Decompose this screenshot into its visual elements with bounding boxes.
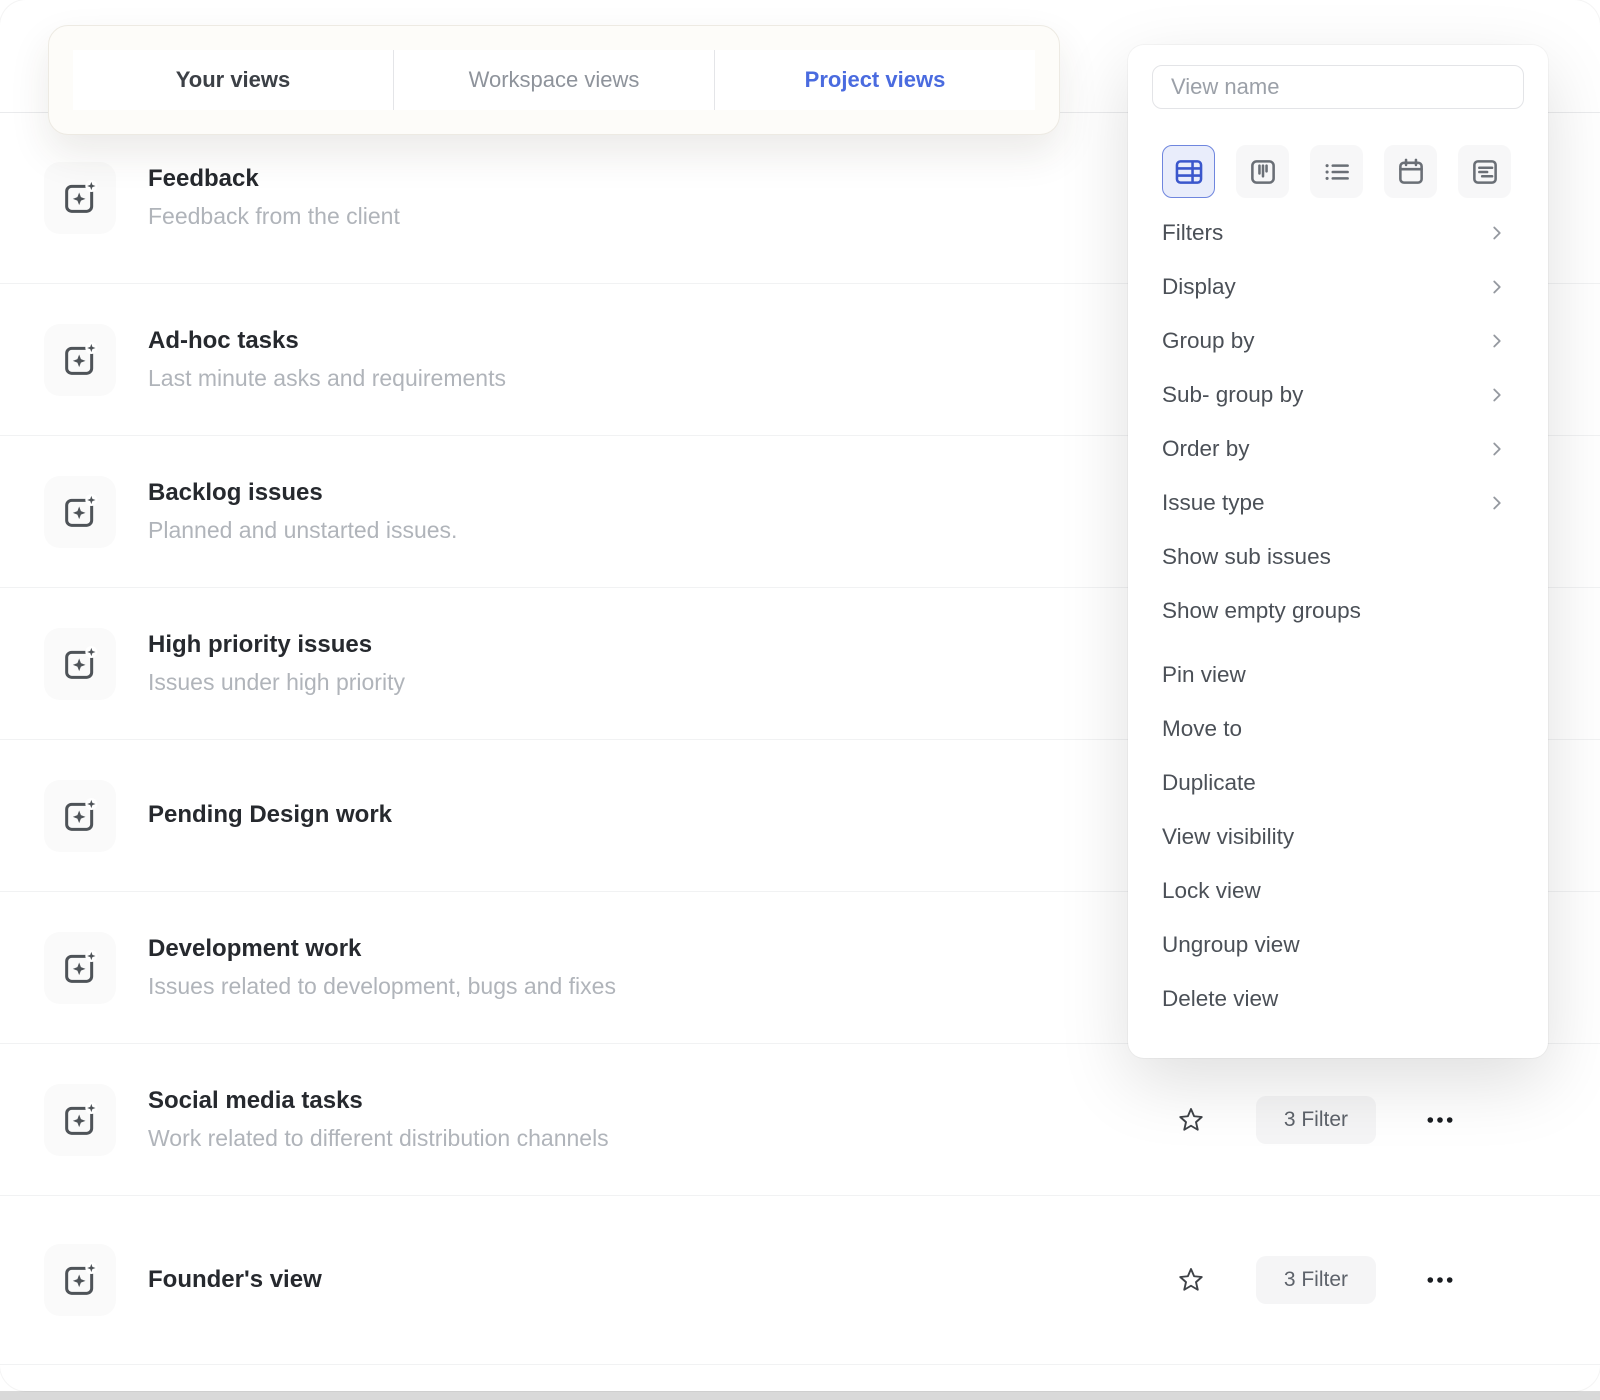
- menu-item-group-by[interactable]: Group by: [1152, 314, 1524, 368]
- view-title: Backlog issues: [148, 479, 457, 508]
- menu-item-duplicate[interactable]: Duplicate: [1152, 756, 1524, 810]
- view-item-text: Feedback Feedback from the client: [148, 165, 400, 230]
- menu-item-label: Filters: [1162, 220, 1223, 246]
- app-screenshot: Your views Workspace views Project views…: [0, 0, 1600, 1400]
- filter-count-button[interactable]: 3 Filter: [1256, 1256, 1376, 1304]
- favorite-star-icon[interactable]: [1176, 1265, 1206, 1295]
- menu-item-label: Group by: [1162, 328, 1255, 354]
- tab-workspace-views[interactable]: Workspace views: [393, 50, 714, 110]
- view-sparkle-icon: [44, 1084, 116, 1156]
- more-options-button[interactable]: [1426, 1107, 1454, 1133]
- view-item-text: High priority issues Issues under high p…: [148, 631, 405, 696]
- view-item-text: Pending Design work: [148, 801, 392, 830]
- menu-item-label: Duplicate: [1162, 770, 1256, 796]
- view-subtitle: Work related to different distribution c…: [148, 1125, 609, 1153]
- board-view-button[interactable]: [1236, 145, 1289, 198]
- menu-item-list: Filters Display Group by Sub- group by O…: [1152, 206, 1524, 1026]
- chevron-right-icon: [1486, 384, 1508, 406]
- menu-item-label: Ungroup view: [1162, 932, 1300, 958]
- background-strip: [0, 1391, 1600, 1400]
- row-controls: 3 Filter: [1176, 1096, 1454, 1144]
- menu-item-issue-type[interactable]: Issue type: [1152, 476, 1524, 530]
- chevron-right-icon: [1486, 438, 1508, 460]
- view-title: High priority issues: [148, 631, 405, 660]
- table-view-button[interactable]: [1162, 145, 1215, 198]
- tab-project-views[interactable]: Project views: [714, 50, 1035, 110]
- view-name-input[interactable]: [1152, 65, 1524, 109]
- favorite-star-icon[interactable]: [1176, 1105, 1206, 1135]
- calendar-view-button[interactable]: [1384, 145, 1437, 198]
- menu-item-label: Display: [1162, 274, 1236, 300]
- menu-item-filters[interactable]: Filters: [1152, 206, 1524, 260]
- view-options-menu: Filters Display Group by Sub- group by O…: [1128, 45, 1548, 1058]
- view-item-text: Social media tasks Work related to diffe…: [148, 1087, 609, 1152]
- menu-item-move-to[interactable]: Move to: [1152, 702, 1524, 756]
- menu-item-label: Pin view: [1162, 662, 1246, 688]
- filter-count-button[interactable]: 3 Filter: [1256, 1096, 1376, 1144]
- list-view-button[interactable]: [1310, 145, 1363, 198]
- view-sparkle-icon: [44, 162, 116, 234]
- view-subtitle: Planned and unstarted issues.: [148, 517, 457, 545]
- views-tab-bar: Your views Workspace views Project views: [73, 50, 1035, 110]
- menu-item-pin-view[interactable]: Pin view: [1152, 648, 1524, 702]
- menu-item-label: Delete view: [1162, 986, 1278, 1012]
- menu-item-delete-view[interactable]: Delete view: [1152, 972, 1524, 1026]
- timeline-view-button[interactable]: [1458, 145, 1511, 198]
- menu-item-label: Move to: [1162, 716, 1242, 742]
- menu-item-label: Show sub issues: [1162, 544, 1331, 570]
- menu-item-label: View visibility: [1162, 824, 1294, 850]
- view-title: Feedback: [148, 165, 400, 194]
- menu-item-lock-view[interactable]: Lock view: [1152, 864, 1524, 918]
- menu-item-label: Order by: [1162, 436, 1250, 462]
- view-list-item-social-media-tasks[interactable]: Social media tasks Work related to diffe…: [0, 1044, 1600, 1196]
- chevron-right-icon: [1486, 276, 1508, 298]
- view-sparkle-icon: [44, 1244, 116, 1316]
- view-type-selector: [1162, 145, 1524, 198]
- menu-item-show-empty-groups[interactable]: Show empty groups: [1152, 584, 1524, 638]
- row-controls: 3 Filter: [1176, 1256, 1454, 1304]
- view-sparkle-icon: [44, 324, 116, 396]
- view-title: Ad-hoc tasks: [148, 327, 506, 356]
- view-title: Pending Design work: [148, 801, 392, 830]
- view-title: Founder's view: [148, 1266, 322, 1295]
- menu-item-label: Sub- group by: [1162, 382, 1303, 408]
- views-tab-card: Your views Workspace views Project views: [48, 25, 1060, 135]
- view-subtitle: Issues related to development, bugs and …: [148, 973, 616, 1001]
- view-sparkle-icon: [44, 476, 116, 548]
- view-subtitle: Feedback from the client: [148, 203, 400, 231]
- menu-item-ungroup-view[interactable]: Ungroup view: [1152, 918, 1524, 972]
- menu-item-order-by[interactable]: Order by: [1152, 422, 1524, 476]
- menu-item-label: Show empty groups: [1162, 598, 1361, 624]
- menu-item-label: Issue type: [1162, 490, 1265, 516]
- view-item-text: Development work Issues related to devel…: [148, 935, 616, 1000]
- menu-item-label: Lock view: [1162, 878, 1261, 904]
- view-sparkle-icon: [44, 932, 116, 1004]
- chevron-right-icon: [1486, 222, 1508, 244]
- menu-item-display[interactable]: Display: [1152, 260, 1524, 314]
- view-title: Development work: [148, 935, 616, 964]
- menu-section-gap: [1152, 638, 1524, 648]
- view-sparkle-icon: [44, 628, 116, 700]
- view-subtitle: Last minute asks and requirements: [148, 365, 506, 393]
- menu-item-view-visibility[interactable]: View visibility: [1152, 810, 1524, 864]
- menu-item-show-sub-issues[interactable]: Show sub issues: [1152, 530, 1524, 584]
- view-item-text: Ad-hoc tasks Last minute asks and requir…: [148, 327, 506, 392]
- view-subtitle: Issues under high priority: [148, 669, 405, 697]
- chevron-right-icon: [1486, 330, 1508, 352]
- view-list-item-founders-view[interactable]: Founder's view 3 Filter: [0, 1196, 1600, 1365]
- view-title: Social media tasks: [148, 1087, 609, 1116]
- view-item-text: Backlog issues Planned and unstarted iss…: [148, 479, 457, 544]
- view-sparkle-icon: [44, 780, 116, 852]
- tab-your-views[interactable]: Your views: [73, 50, 393, 110]
- view-item-text: Founder's view: [148, 1266, 322, 1295]
- chevron-right-icon: [1486, 492, 1508, 514]
- menu-item-sub-group-by[interactable]: Sub- group by: [1152, 368, 1524, 422]
- more-options-button[interactable]: [1426, 1267, 1454, 1293]
- app-window: Your views Workspace views Project views…: [0, 0, 1600, 1391]
